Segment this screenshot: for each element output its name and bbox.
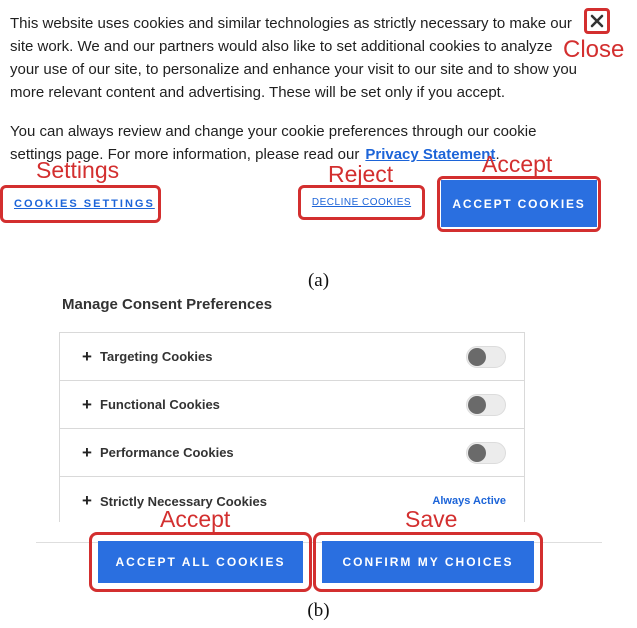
expand-plus-icon[interactable]: + bbox=[82, 443, 100, 463]
expand-plus-icon[interactable]: + bbox=[82, 491, 100, 511]
accept-cookies-button[interactable]: ACCEPT COOKIES bbox=[437, 176, 601, 231]
toggle-knob bbox=[468, 347, 486, 366]
preference-row-performance[interactable]: + Performance Cookies bbox=[60, 429, 524, 477]
accept-cookies-label: ACCEPT COOKIES bbox=[441, 180, 597, 227]
toggle-knob bbox=[468, 395, 486, 414]
expand-plus-icon[interactable]: + bbox=[82, 347, 100, 367]
preference-row-targeting[interactable]: + Targeting Cookies bbox=[60, 333, 524, 381]
cookie-banner: This website uses cookies and similar te… bbox=[0, 0, 637, 256]
targeting-toggle[interactable] bbox=[466, 345, 506, 368]
annotation-reject: Reject bbox=[328, 161, 394, 187]
toggle-knob bbox=[468, 443, 486, 462]
performance-toggle[interactable] bbox=[466, 441, 506, 464]
annotation-close: Close bbox=[563, 36, 625, 63]
confirm-my-choices-button[interactable]: CONFIRM MY CHOICES bbox=[313, 532, 543, 592]
preference-row-functional[interactable]: + Functional Cookies bbox=[60, 381, 524, 429]
caption-a: (a) bbox=[307, 270, 330, 291]
accept-all-cookies-button[interactable]: ACCEPT ALL COOKIES bbox=[89, 532, 312, 592]
preference-label: Strictly Necessary Cookies bbox=[100, 493, 267, 509]
preferences-list: + Targeting Cookies + Functional Cookies… bbox=[59, 332, 525, 522]
annotation-accept-a: Accept bbox=[482, 151, 553, 177]
expand-plus-icon[interactable]: + bbox=[82, 395, 100, 415]
caption-b: (b) bbox=[307, 600, 330, 621]
functional-toggle[interactable] bbox=[466, 393, 506, 416]
close-button[interactable] bbox=[584, 8, 610, 34]
confirm-my-choices-label: CONFIRM MY CHOICES bbox=[322, 541, 534, 583]
decline-cookies-button[interactable]: DECLINE COOKIES bbox=[300, 186, 423, 219]
preference-label: Targeting Cookies bbox=[100, 349, 213, 364]
preference-label: Performance Cookies bbox=[100, 445, 234, 460]
cookies-settings-button[interactable]: COOKIES SETTINGS bbox=[10, 186, 160, 222]
close-icon bbox=[590, 14, 604, 28]
annotation-save: Save bbox=[405, 506, 458, 532]
preference-label: Functional Cookies bbox=[100, 397, 220, 412]
consent-preferences-title: Manage Consent Preferences bbox=[62, 296, 273, 313]
annotation-accept-b: Accept bbox=[160, 506, 231, 532]
annotation-settings: Settings bbox=[36, 157, 120, 183]
accept-all-cookies-label: ACCEPT ALL COOKIES bbox=[98, 541, 303, 583]
banner-paragraph-1: This website uses cookies and similar te… bbox=[10, 15, 577, 101]
